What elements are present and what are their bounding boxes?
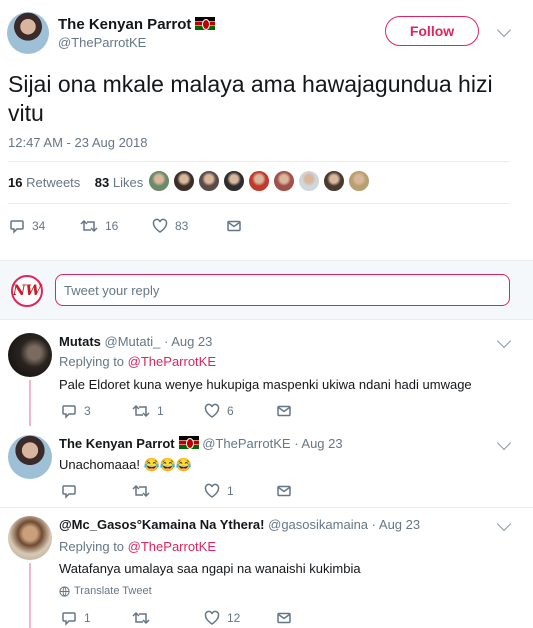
author-name-text[interactable]: The Kenyan Parrot [58, 16, 191, 33]
reply-author-name[interactable]: @Mc_Gasos°Kamaina Na Ythera! [59, 517, 265, 532]
like-action[interactable]: 83 [152, 218, 188, 234]
liker-avatar[interactable] [173, 170, 195, 192]
replying-to: Replying to @TheParrotKE [59, 539, 217, 554]
reply-header: @Mc_Gasos°Kamaina Na Ythera! @gasosikama… [59, 517, 420, 532]
reply-icon [62, 612, 76, 626]
liker-avatar[interactable] [323, 170, 345, 192]
liker-avatar[interactable] [348, 170, 370, 192]
reply-time[interactable]: · Aug 23 [164, 334, 212, 349]
likers-avatars [148, 170, 373, 192]
reply-header: The Kenyan Parrot @TheParrotKE · Aug 23 [59, 436, 343, 451]
reply-icon [10, 220, 24, 234]
heart-icon [204, 483, 220, 498]
divider [8, 203, 510, 204]
chevron-down-icon[interactable] [496, 333, 512, 349]
retweet-action[interactable] [132, 610, 157, 626]
follow-button[interactable]: Follow [385, 16, 479, 46]
liker-avatar[interactable] [298, 170, 320, 192]
reply-action[interactable]: 1 [61, 610, 91, 626]
thread-line [29, 563, 31, 628]
divider [8, 161, 510, 162]
retweet-icon [132, 611, 150, 625]
retweet-action[interactable]: 16 [80, 218, 118, 234]
replying-to: Replying to @TheParrotKE [59, 354, 217, 369]
author-name[interactable]: The Kenyan Parrot [58, 16, 216, 33]
translate-tweet-link[interactable]: Translate Tweet [59, 585, 152, 597]
heart-icon [204, 610, 220, 625]
retweet-action[interactable]: 1 [132, 403, 164, 419]
reply-header: Mutats @Mutati_ · Aug 23 [59, 334, 212, 349]
reply-action[interactable] [61, 483, 84, 499]
avatar[interactable] [7, 12, 49, 54]
reply-text: Pale Eldoret kuna wenye hukupiga maspenk… [59, 377, 472, 392]
retweet-icon [132, 404, 150, 418]
liker-avatar[interactable] [273, 170, 295, 192]
envelope-icon [277, 612, 291, 624]
chevron-down-icon[interactable] [496, 435, 512, 451]
tweet-timestamp[interactable]: 12:47 AM - 23 Aug 2018 [8, 135, 148, 150]
author-handle[interactable]: @TheParrotKE [58, 35, 146, 50]
kenya-flag-icon [178, 436, 199, 449]
divider [0, 507, 533, 508]
direct-message-action[interactable] [276, 483, 299, 499]
user-avatar-logo[interactable]: NW [11, 275, 43, 307]
reply-time[interactable]: · Aug 23 [372, 517, 420, 532]
reply-time[interactable]: · Aug 23 [294, 436, 342, 451]
reply-author-handle[interactable]: @gasosikamaina [268, 517, 368, 532]
retweet-action[interactable] [132, 483, 157, 499]
avatar[interactable] [8, 333, 52, 377]
replying-to-link[interactable]: @TheParrotKE [128, 354, 216, 369]
envelope-icon [227, 220, 241, 232]
direct-message-action[interactable] [276, 403, 299, 419]
like-action[interactable]: 12 [204, 610, 240, 626]
like-action[interactable]: 6 [204, 403, 234, 419]
kenya-flag-icon [195, 17, 216, 30]
replying-to-link[interactable]: @TheParrotKE [128, 539, 216, 554]
tweet-text: Sijai ona mkale malaya ama hawajagundua … [8, 71, 493, 126]
reply-author-handle[interactable]: @TheParrotKE [202, 436, 290, 451]
likes-stat[interactable]: 83 Likes [95, 175, 143, 190]
chevron-down-icon[interactable] [496, 22, 512, 38]
thread-line [29, 380, 31, 426]
retweet-icon [132, 484, 150, 498]
reply-author-name[interactable]: The Kenyan Parrot [59, 436, 175, 451]
heart-icon [204, 403, 220, 418]
liker-avatar[interactable] [198, 170, 220, 192]
liker-avatar[interactable] [248, 170, 270, 192]
reply-input[interactable] [55, 274, 510, 306]
avatar[interactable] [8, 435, 52, 479]
reply-author-name[interactable]: Mutats [59, 334, 101, 349]
direct-message-action[interactable] [276, 610, 299, 626]
reply-icon [62, 485, 76, 499]
reply-text: Watafanya umalaya saa ngapi na wanaishi … [59, 561, 361, 576]
retweets-stat[interactable]: 16 Retweets [8, 175, 80, 190]
heart-icon [152, 218, 168, 233]
envelope-icon [277, 485, 291, 497]
liker-avatar[interactable] [223, 170, 245, 192]
envelope-icon [277, 405, 291, 417]
reply-action[interactable]: 34 [9, 218, 45, 234]
retweet-icon [80, 219, 98, 233]
avatar[interactable] [8, 516, 52, 560]
direct-message-action[interactable] [226, 218, 249, 234]
chevron-down-icon[interactable] [496, 516, 512, 532]
reply-text: Unachomaaa! 😂😂😂 [59, 457, 193, 472]
reply-action[interactable]: 3 [61, 403, 91, 419]
like-action[interactable]: 1 [204, 483, 234, 499]
reply-icon [62, 405, 76, 419]
tweet-stats: 16 Retweets 83 Likes [8, 175, 143, 190]
reply-author-handle[interactable]: @Mutati_ [105, 334, 161, 349]
globe-icon [59, 585, 70, 597]
liker-avatar[interactable] [148, 170, 170, 192]
